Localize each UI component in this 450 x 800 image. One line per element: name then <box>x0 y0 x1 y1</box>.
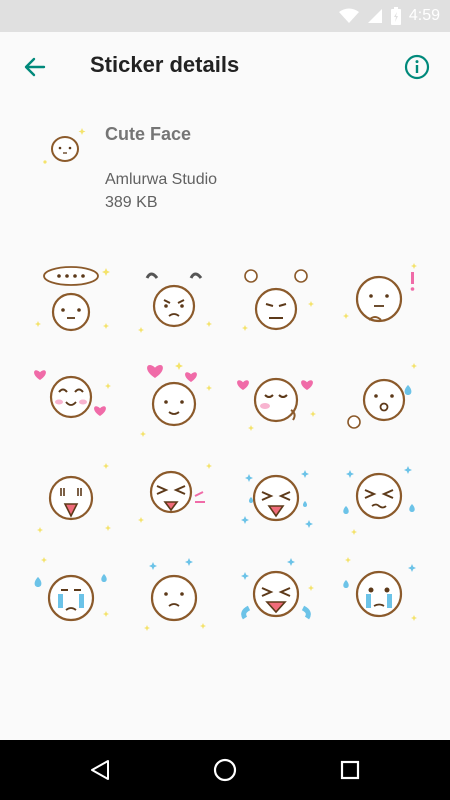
sticker-image <box>343 557 417 621</box>
nav-home-button[interactable] <box>210 755 240 785</box>
sticker-sad[interactable] <box>123 544 226 642</box>
sticker-image <box>346 363 417 429</box>
sticker-laughing-sparkles[interactable] <box>225 446 328 544</box>
system-nav-bar <box>0 740 450 800</box>
sticker-crying-tears[interactable] <box>20 544 123 642</box>
sticker-in-love[interactable] <box>123 348 226 446</box>
status-icons: 4:59 <box>338 6 440 26</box>
sticker-image <box>37 463 112 533</box>
sticker-image <box>139 362 212 437</box>
status-bar: 4:59 <box>0 0 450 32</box>
sticker-image <box>241 470 314 528</box>
arrow-back-icon <box>24 57 46 77</box>
sticker-speech-bubble-neutral[interactable] <box>20 250 123 348</box>
info-icon <box>404 54 430 80</box>
pack-size: 389 KB <box>105 194 158 211</box>
nav-back-icon <box>91 760 109 780</box>
pack-publisher: Amlurwa Studio <box>105 171 218 188</box>
status-time: 4:59 <box>408 7 440 24</box>
sticker-image <box>34 557 110 622</box>
sticker-image <box>137 272 212 333</box>
sticker-image <box>241 558 315 620</box>
back-button[interactable] <box>18 50 52 84</box>
sticker-happy-hearts[interactable] <box>20 348 123 446</box>
info-button[interactable] <box>400 50 434 84</box>
sticker-teary[interactable] <box>328 544 431 642</box>
signal-icon <box>367 9 382 23</box>
page-title: Sticker details <box>90 52 240 77</box>
wifi-icon <box>338 8 359 23</box>
battery-icon <box>390 7 401 25</box>
nav-back-button[interactable] <box>85 755 115 785</box>
sticker-image <box>237 377 317 431</box>
nav-home-icon <box>213 758 237 782</box>
sticker-image <box>35 266 111 332</box>
sticker-bawling[interactable] <box>225 544 328 642</box>
sticker-surprised-sweat[interactable] <box>328 348 431 446</box>
sticker-image <box>343 466 415 535</box>
sticker-grid <box>20 250 430 642</box>
sticker-annoyed[interactable] <box>123 250 226 348</box>
pack-name: Cute Face <box>105 124 192 144</box>
sticker-image <box>342 263 417 323</box>
pack-header: Cute Face Amlurwa Studio 389 KB <box>0 110 450 230</box>
sticker-laughing[interactable] <box>123 446 226 544</box>
sticker-blushing-hearts[interactable] <box>225 348 328 446</box>
sticker-image <box>143 558 206 631</box>
nav-recents-icon <box>340 760 360 780</box>
sticker-image <box>242 269 315 331</box>
pack-tray-icon <box>43 128 86 164</box>
app-bar: Sticker details <box>0 32 450 102</box>
sticker-image <box>137 463 212 523</box>
sticker-grumpy-steam[interactable] <box>225 250 328 348</box>
sticker-crying-sweat[interactable] <box>328 446 431 544</box>
sticker-image <box>34 370 112 419</box>
sticker-thinking-exclaim[interactable] <box>328 250 431 348</box>
nav-recents-button[interactable] <box>335 755 365 785</box>
sticker-shocked[interactable] <box>20 446 123 544</box>
